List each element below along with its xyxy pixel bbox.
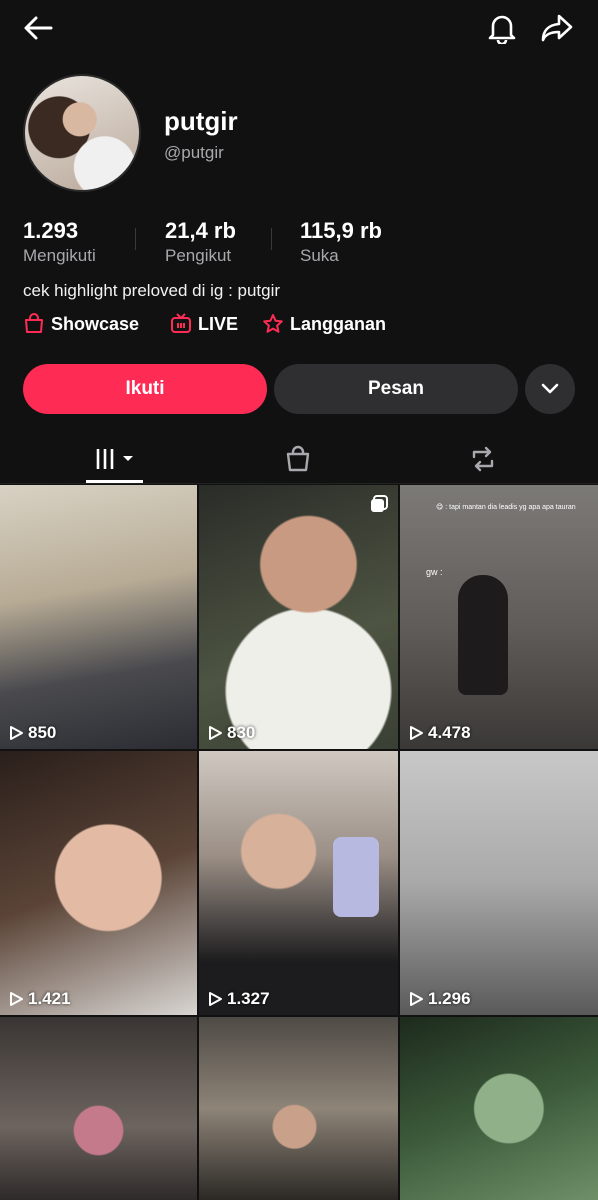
video-thumbnail[interactable] [400,1017,598,1200]
stat-following[interactable]: 1.293 Mengikuti [23,218,96,266]
view-count: 1.296 [408,989,471,1009]
tab-reposts[interactable] [460,436,506,482]
video-thumbnail[interactable]: 830 [199,485,398,749]
avatar[interactable] [23,74,141,192]
stat-divider [135,228,136,250]
stat-label: Mengikuti [23,246,96,265]
view-count: 1.421 [8,989,71,1009]
view-count-value: 830 [227,723,256,742]
notification-button[interactable] [482,8,522,48]
message-button[interactable]: Pesan [274,364,518,414]
view-count: 830 [207,723,255,743]
view-count-value: 1.327 [227,989,270,1008]
shopping-bag-icon [25,313,43,333]
chevron-down-icon [541,383,559,394]
showcase-link[interactable]: Showcase [23,313,139,335]
view-count-value: 1.296 [428,989,471,1008]
video-thumbnail[interactable] [199,1017,398,1200]
play-icon [209,726,222,740]
star-badge-icon [263,314,283,333]
video-thumbnail[interactable]: 1.296 [400,751,598,1015]
view-count: 1.327 [207,989,270,1009]
shopping-bag-icon [286,445,310,472]
view-count-value: 850 [28,723,57,742]
phone-case [333,837,379,917]
tab-divider [0,483,598,484]
bell-icon [488,15,516,44]
profile-handle: @putgir [164,143,224,162]
live-link[interactable]: LIVE [170,313,238,335]
more-options-button[interactable] [525,364,575,414]
view-count: 4.478 [408,723,471,743]
view-count: 850 [8,723,56,743]
stat-label: Pengikut [165,246,232,265]
repost-icon [472,446,494,472]
video-caption-top: 😋 : tapi mantan dia leadis yg apa apa ta… [436,504,576,511]
person-figure [458,575,508,695]
tv-icon [171,313,191,333]
stat-value: 115,9 rb [300,218,382,243]
share-icon [541,14,573,42]
share-button[interactable] [536,8,578,48]
stat-followers[interactable]: 21,4 rb Pengikut [165,218,236,266]
stat-likes[interactable]: 115,9 rb Suka [300,218,382,266]
back-arrow-icon [24,16,53,40]
follow-button[interactable]: Ikuti [23,364,267,414]
showcase-label: Showcase [51,313,140,334]
subscription-label: Langganan [290,313,387,334]
tab-videos[interactable] [86,436,143,482]
view-count-value: 1.421 [28,989,71,1008]
back-button[interactable] [18,10,58,46]
video-thumbnail[interactable]: 😋 : tapi mantan dia leadis yg apa apa ta… [400,485,598,749]
profile-name: putgir [164,106,238,136]
video-thumbnail[interactable]: 1.327 [199,751,398,1015]
play-icon [209,992,222,1006]
video-thumbnail[interactable]: 850 [0,485,197,749]
view-count-value: 4.478 [428,723,471,742]
play-icon [410,992,423,1006]
stat-divider [271,228,272,250]
stat-label: Suka [300,246,339,265]
tab-shop[interactable] [275,436,321,482]
play-icon [410,726,423,740]
video-thumbnail[interactable] [0,1017,197,1200]
video-thumbnail[interactable]: 1.421 [0,751,197,1015]
play-icon [10,992,23,1006]
play-icon [10,726,23,740]
live-label: LIVE [198,313,239,334]
stat-value: 1.293 [23,218,79,243]
subscription-link[interactable]: Langganan [262,313,386,335]
stat-value: 21,4 rb [165,218,236,243]
video-caption-side: gw : [426,567,443,577]
grid-icon [96,449,133,469]
profile-bio: cek highlight preloved di ig : putgir [23,281,281,300]
pinned-icon [371,495,388,512]
